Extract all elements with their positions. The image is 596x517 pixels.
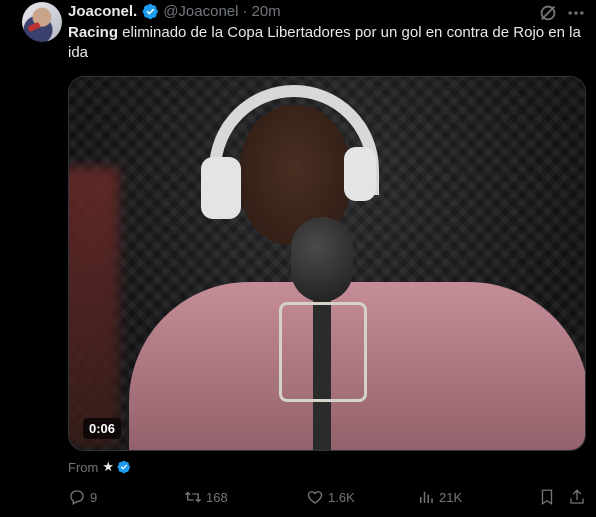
video-player[interactable]: 0:06 [68, 76, 586, 451]
heart-icon [307, 491, 323, 504]
headphone-ear-right [344, 147, 376, 201]
display-name[interactable]: Joaconel. [68, 3, 137, 20]
repost-button[interactable]: 168 [184, 486, 228, 508]
from-attribution[interactable]: From ★ [68, 458, 131, 476]
separator-dot: · [242, 2, 248, 20]
video-timestamp: 0:06 [83, 418, 122, 439]
microphone [291, 217, 353, 302]
from-label: From [68, 459, 99, 475]
repost-count: 168 [206, 489, 228, 505]
bookmark-button[interactable] [538, 486, 556, 508]
verified-badge-icon [117, 460, 131, 474]
views-button[interactable]: 21K [417, 486, 462, 508]
handle[interactable]: @Joaconel [163, 3, 238, 20]
background-figure [69, 167, 119, 447]
repost-icon [185, 491, 201, 503]
mic-shock-mount [279, 302, 367, 402]
action-bar: 9 168 1.6K 21K [60, 486, 590, 508]
verified-badge-icon [142, 3, 159, 19]
reply-count: 9 [90, 489, 98, 505]
post-time[interactable]: 20m [251, 3, 280, 20]
grok-icon[interactable] [537, 2, 559, 24]
share-icon [570, 489, 584, 504]
views-icon [420, 491, 433, 503]
author-avatar[interactable] [22, 2, 62, 42]
reply-icon [70, 490, 84, 505]
like-button[interactable]: 1.6K [306, 486, 355, 508]
share-button[interactable] [568, 486, 586, 508]
more-icon[interactable] [566, 3, 586, 23]
bookmark-icon [541, 489, 553, 506]
like-count: 1.6K [328, 489, 355, 505]
views-count: 21K [439, 489, 463, 505]
tweet-header: Joaconel. @Joaconel · 20m [68, 0, 281, 22]
tweet-text-bold: Racing [68, 24, 119, 41]
star-icon: ★ [102, 459, 114, 474]
headphone-ear-left [201, 157, 241, 219]
tweet-text: Racing eliminado de la Copa Libertadores… [68, 23, 583, 63]
tweet-text-body: eliminado de la Copa Libertadores por un… [68, 24, 581, 61]
reply-button[interactable]: 9 [68, 486, 97, 508]
